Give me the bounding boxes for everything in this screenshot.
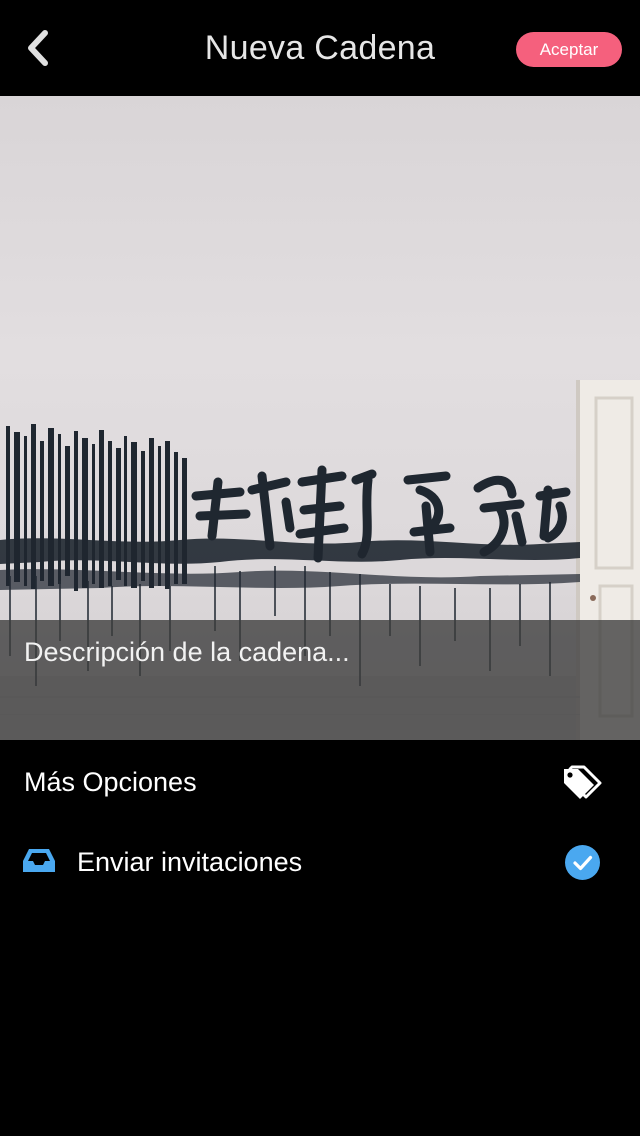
accept-button[interactable]: Aceptar: [516, 32, 622, 67]
back-button[interactable]: [18, 26, 58, 70]
check-circle-icon[interactable]: [565, 845, 600, 880]
inbox-icon: [22, 848, 56, 874]
tags-icon[interactable]: [562, 764, 602, 800]
cover-image[interactable]: Descripción de la cadena...: [0, 96, 640, 740]
send-invitations-row[interactable]: Enviar invitaciones: [0, 822, 640, 902]
more-options-row[interactable]: Más Opciones: [0, 742, 640, 822]
page-title: Nueva Cadena: [204, 29, 436, 67]
more-options-label: Más Opciones: [24, 767, 197, 797]
description-input[interactable]: Descripción de la cadena...: [0, 620, 640, 740]
send-invitations-label: Enviar invitaciones: [77, 847, 303, 877]
navigation-bar: Nueva Cadena Aceptar: [0, 0, 640, 96]
description-placeholder: Descripción de la cadena...: [24, 637, 350, 667]
chevron-left-icon: [28, 30, 48, 66]
